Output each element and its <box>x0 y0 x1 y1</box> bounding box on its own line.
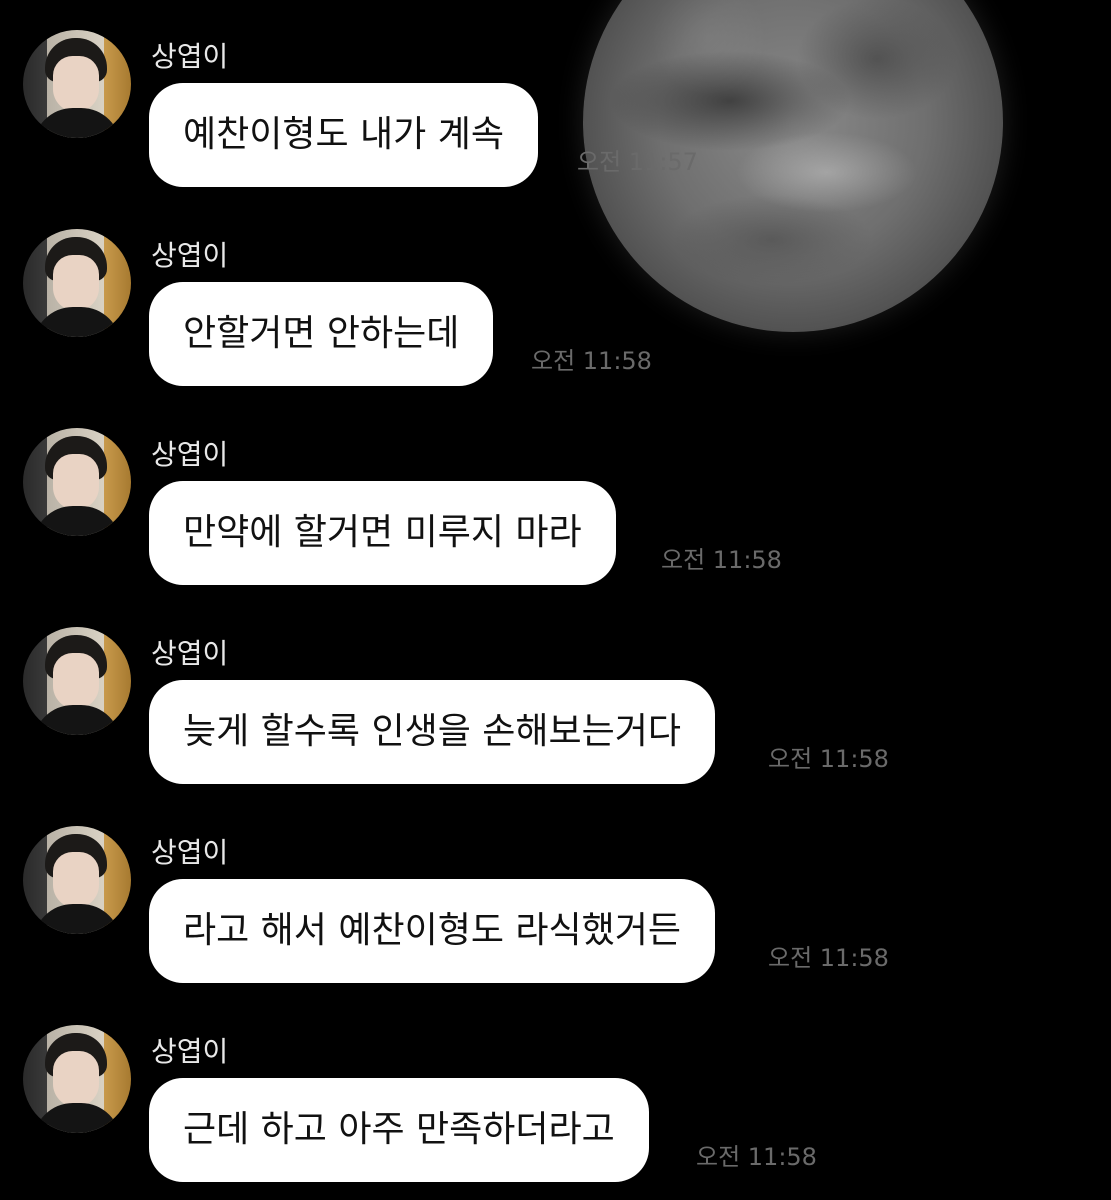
message-row: 상엽이 늦게 할수록 인생을 손해보는거다 오전 11:58 <box>0 627 1111 797</box>
sender-name: 상엽이 <box>151 40 229 73</box>
message-row: 상엽이 만약에 할거면 미루지 마라 오전 11:58 <box>0 428 1111 598</box>
message-time: 오전 11:58 <box>768 944 889 972</box>
avatar[interactable] <box>23 229 131 337</box>
message-row: 상엽이 근데 하고 아주 만족하더라고 오전 11:58 <box>0 1025 1111 1195</box>
message-row: 상엽이 안할거면 안하는데 오전 11:58 <box>0 229 1111 399</box>
avatar[interactable] <box>23 428 131 536</box>
message-row: 상엽이 라고 해서 예찬이형도 라식했거든 오전 11:58 <box>0 826 1111 996</box>
avatar[interactable] <box>23 1025 131 1133</box>
message-time: 오전 11:57 <box>577 148 698 176</box>
chat-screen: 상엽이 예찬이형도 내가 계속 오전 11:57 상엽이 안할거면 안하는데 오… <box>0 0 1111 1200</box>
message-bubble[interactable]: 라고 해서 예찬이형도 라식했거든 <box>149 879 716 983</box>
sender-name: 상엽이 <box>151 836 229 869</box>
message-bubble[interactable]: 늦게 할수록 인생을 손해보는거다 <box>149 680 716 784</box>
message-row: 상엽이 예찬이형도 내가 계속 오전 11:57 <box>0 30 1111 200</box>
message-bubble[interactable]: 근데 하고 아주 만족하더라고 <box>149 1078 649 1182</box>
message-time: 오전 11:58 <box>531 347 652 375</box>
message-bubble[interactable]: 예찬이형도 내가 계속 <box>149 83 538 187</box>
message-time: 오전 11:58 <box>768 745 889 773</box>
message-bubble[interactable]: 안할거면 안하는데 <box>149 282 494 386</box>
avatar[interactable] <box>23 826 131 934</box>
sender-name: 상엽이 <box>151 637 229 670</box>
avatar[interactable] <box>23 627 131 735</box>
avatar[interactable] <box>23 30 131 138</box>
message-time: 오전 11:58 <box>661 546 782 574</box>
message-time: 오전 11:58 <box>696 1143 817 1171</box>
message-bubble[interactable]: 만약에 할거면 미루지 마라 <box>149 481 616 585</box>
sender-name: 상엽이 <box>151 239 229 272</box>
sender-name: 상엽이 <box>151 1035 229 1068</box>
sender-name: 상엽이 <box>151 438 229 471</box>
